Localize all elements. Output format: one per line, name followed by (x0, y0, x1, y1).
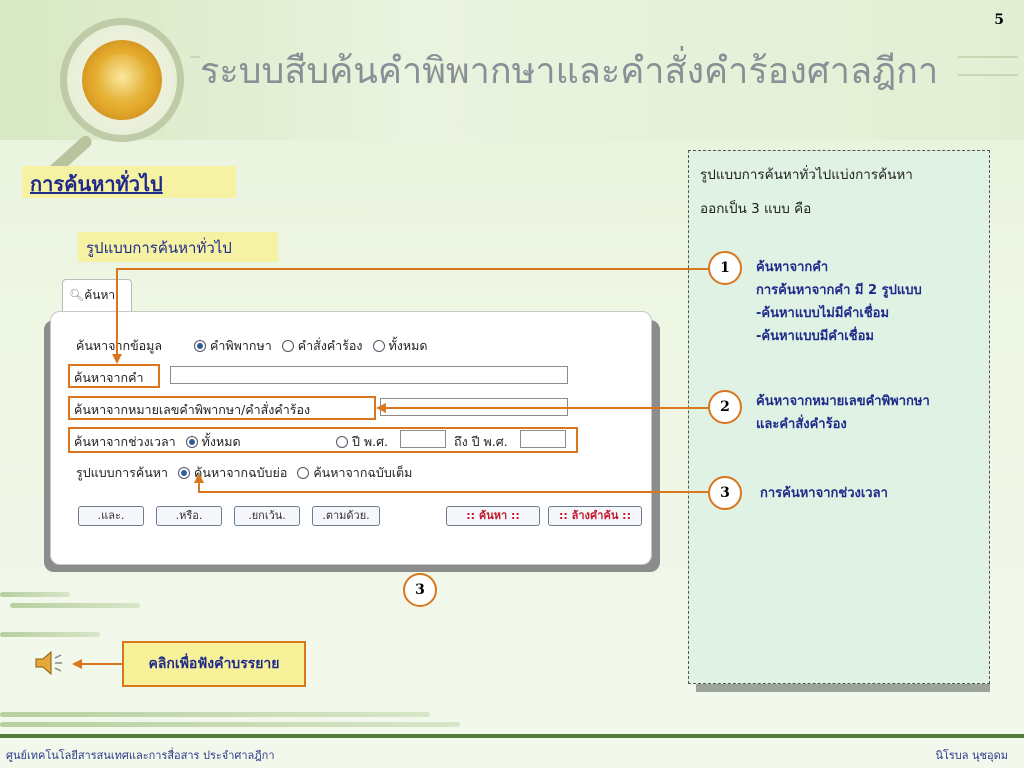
decor-stripe (10, 603, 140, 608)
narration-connector (82, 663, 122, 665)
intro-line: ออกเป็น 3 แบบ คือ (700, 201, 812, 217)
radio-short-version[interactable] (178, 466, 191, 479)
header-rule (190, 56, 200, 58)
to-year-label: ถึง ปี พ.ศ. (454, 434, 508, 449)
magnifier-icon: 🔍︎ (69, 288, 85, 302)
radio-label: ค้นหาจากฉบับย่อ (194, 465, 288, 480)
connector-1-drop (116, 268, 118, 356)
decor-stripe (0, 712, 430, 717)
format-label: รูปแบบการค้นหา (76, 465, 169, 480)
footer-author: นิโรบล นุชอุดม (935, 749, 1008, 762)
radio-judgment[interactable] (194, 339, 206, 352)
number-label: ค้นหาจากหมายเลขคำพิพากษา/คำสั่งคำร้อง (74, 402, 311, 417)
connector-3 (198, 491, 708, 493)
item-line: และคำสั่งคำร้อง (756, 417, 847, 432)
item-3-text: การค้นหาจากช่วงเวลา (760, 482, 888, 505)
header-rule (958, 56, 1018, 58)
marker-2: 2 (708, 390, 742, 424)
clear-button[interactable]: :: ล้างคำค้น :: (548, 506, 642, 526)
connector-1 (116, 268, 708, 270)
tab-label: ค้นหา (84, 288, 116, 302)
radio-all[interactable] (372, 339, 385, 352)
section-subtitle: รูปแบบการค้นหาทั่วไป (78, 232, 278, 262)
period-label: ค้นหาจากช่วงเวลา (74, 434, 176, 449)
marker-3-callout: 3 (708, 476, 742, 510)
slide-number: 5 (994, 12, 1004, 28)
item-line: การค้นหาจากช่วงเวลา (760, 486, 888, 501)
item-line: -ค้นหาแบบไม่มีคำเชื่อม (756, 306, 890, 321)
item-line: -ค้นหาแบบมีคำเชื่อม (756, 329, 874, 344)
footer-organization: ศูนย์เทคโนโลยีสารสนเทศและการสื่อสาร ประจ… (6, 749, 275, 762)
header-rule (958, 74, 1018, 76)
radio-order[interactable] (281, 339, 294, 352)
footer-bar (0, 734, 1024, 738)
arrow-1 (112, 354, 122, 364)
period-row: ค้นหาจากช่วงเวลา ทั้งหมด (74, 432, 241, 452)
marker-3: 3 (403, 573, 437, 607)
court-seal-icon (82, 40, 162, 120)
and-button[interactable]: .และ. (78, 506, 144, 526)
item-2-text: ค้นหาจากหมายเลขคำพิพากษา และคำสั่งคำร้อง (756, 390, 930, 436)
format-row: รูปแบบการค้นหา ค้นหาจากฉบับย่อ ค้นหาจากฉ… (76, 463, 412, 483)
word-search-input[interactable] (170, 366, 568, 384)
radio-label: ทั้งหมด (201, 434, 241, 449)
radio-period-year[interactable] (336, 435, 348, 448)
arrow-2 (376, 403, 386, 413)
intro-line: รูปแบบการค้นหาทั่วไปแบ่งการค้นหา (700, 167, 913, 183)
radio-label: ทั้งหมด (388, 338, 428, 353)
except-button[interactable]: .ยกเว้น. (234, 506, 300, 526)
item-line: การค้นหาจากคำ มี 2 รูปแบบ (756, 283, 922, 298)
section-title: การค้นหาทั่วไป (22, 166, 236, 198)
word-label: ค้นหาจากคำ (74, 370, 144, 385)
radio-label: ค้นหาจากฉบับเต็ม (313, 465, 413, 480)
decor-stripe (0, 722, 460, 727)
connector-3-rise (198, 482, 200, 492)
item-1-text: ค้นหาจากคำ การค้นหาจากคำ มี 2 รูปแบบ -ค้… (756, 256, 922, 348)
year-from-input[interactable] (400, 430, 446, 448)
speaker-icon[interactable] (34, 650, 64, 676)
decor-stripe (0, 592, 70, 597)
page-title: ระบบสืบค้นคำพิพากษาและคำสั่งคำร้องศาลฎีก… (200, 51, 939, 92)
arrow-3 (194, 473, 204, 483)
or-button[interactable]: .หรือ. (156, 506, 222, 526)
radio-full-version[interactable] (297, 466, 310, 479)
marker-1: 1 (708, 251, 742, 285)
item-line: ค้นหาจากหมายเลขคำพิพากษา (756, 394, 930, 409)
narration-arrow (72, 659, 82, 669)
source-label: ค้นหาจากข้อมูล (76, 338, 163, 353)
radio-label: คำพิพากษา (210, 338, 272, 353)
period-year-row: ปี พ.ศ. (330, 432, 388, 452)
year-label: ปี พ.ศ. (352, 434, 389, 449)
radio-label: คำสั่งคำร้อง (297, 338, 363, 353)
tab-search[interactable]: 🔍︎ค้นหา (62, 279, 132, 311)
radio-period-all[interactable] (185, 435, 198, 448)
narration-button[interactable]: คลิกเพื่อฟังคำบรรยาย (122, 641, 306, 687)
search-button[interactable]: :: ค้นหา :: (446, 506, 540, 526)
connector-2 (386, 407, 708, 409)
followed-by-button[interactable]: .ตามด้วย. (312, 506, 380, 526)
callout-intro: รูปแบบการค้นหาทั่วไปแบ่งการค้นหา ออกเป็น… (700, 158, 980, 226)
source-row: ค้นหาจากข้อมูล คำพิพากษา คำสั่งคำร้อง ทั… (76, 336, 427, 356)
year-to-input[interactable] (520, 430, 566, 448)
decor-stripe (0, 632, 100, 637)
item-line: ค้นหาจากคำ (756, 260, 829, 275)
